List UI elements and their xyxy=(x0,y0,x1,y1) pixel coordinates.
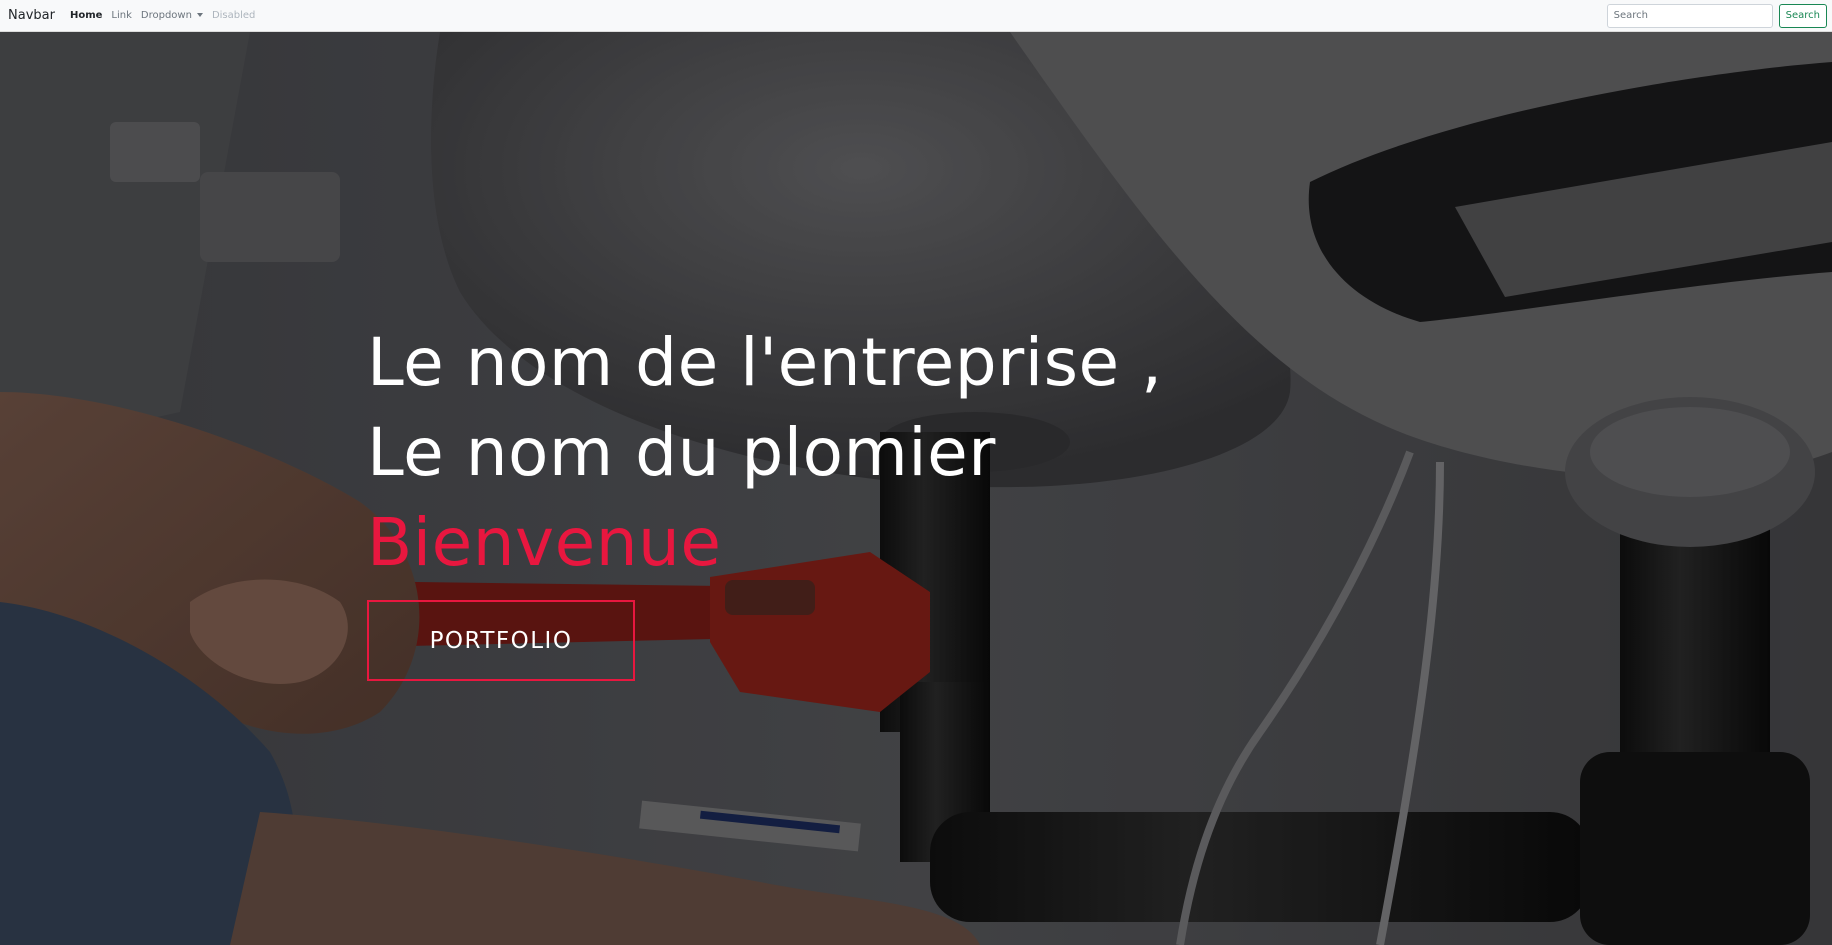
search-button[interactable]: Search xyxy=(1778,3,1827,28)
nav-dropdown[interactable]: Dropdown xyxy=(141,10,203,21)
search-form: Search xyxy=(1606,3,1827,28)
hero-welcome: Bienvenue xyxy=(367,504,722,581)
hero-title-line-1: Le nom de l'entreprise , xyxy=(367,324,1163,401)
hero-title-line-2: Le nom du plomier xyxy=(367,414,996,491)
navbar-brand[interactable]: Navbar xyxy=(8,8,55,23)
nav-link-disabled: Disabled xyxy=(211,10,256,21)
caret-down-icon xyxy=(196,12,203,17)
nav-dropdown-label: Dropdown xyxy=(140,10,192,21)
nav-link-link[interactable]: Link xyxy=(111,10,131,21)
hero-section: Le nom de l'entreprise , Le nom du plomi… xyxy=(0,32,1832,945)
hero-content: Le nom de l'entreprise , Le nom du plomi… xyxy=(367,318,1163,681)
nav-link-home[interactable]: Home xyxy=(70,10,102,21)
portfolio-button[interactable]: PORTFOLIO xyxy=(367,600,635,681)
nav-links: Home Link Dropdown Disabled xyxy=(70,10,264,21)
search-input[interactable] xyxy=(1606,3,1773,28)
navbar: Navbar Home Link Dropdown Disabled Searc… xyxy=(0,0,1832,32)
